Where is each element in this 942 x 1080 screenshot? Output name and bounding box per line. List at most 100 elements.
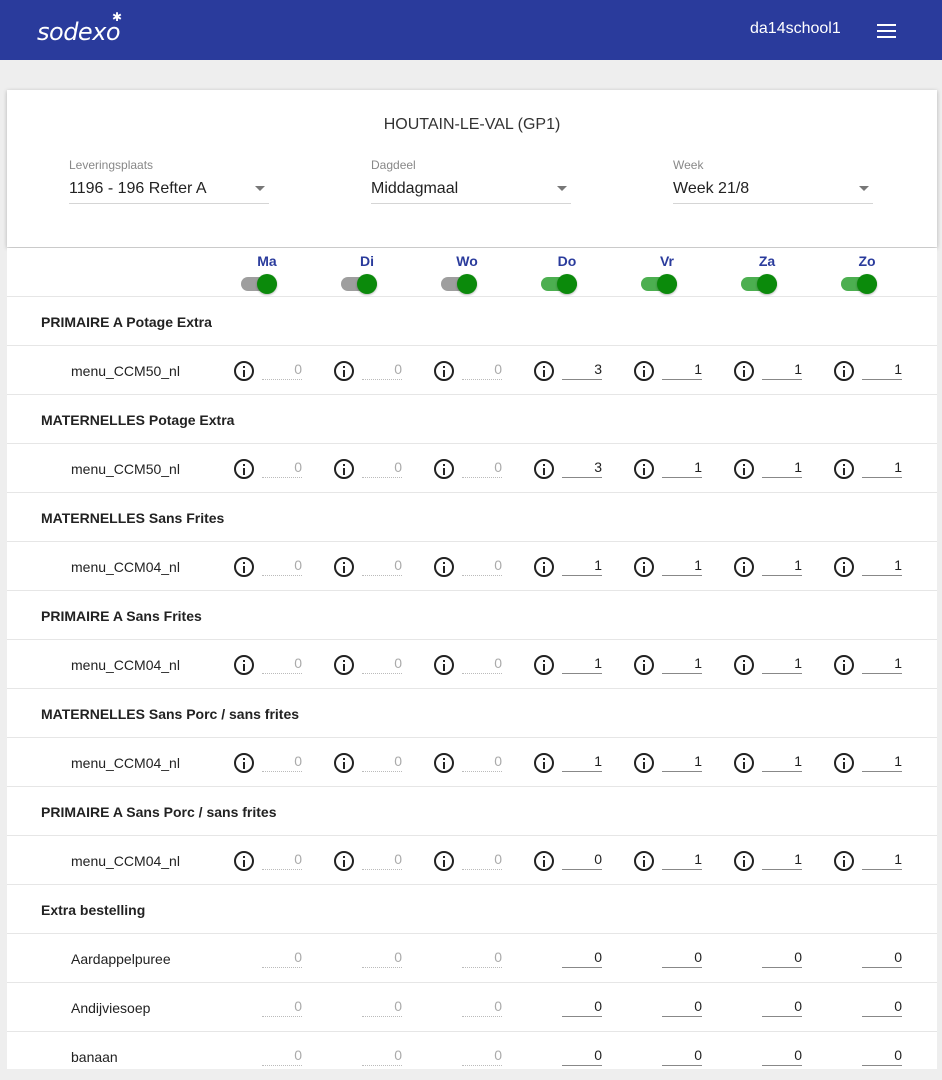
day-header-zo: Zo [858, 253, 876, 269]
info-icon[interactable] [734, 655, 754, 675]
quantity-input-za[interactable]: 1 [762, 652, 802, 674]
info-icon[interactable] [834, 655, 854, 675]
info-icon[interactable] [534, 655, 554, 675]
quantity-input-do[interactable]: 1 [562, 652, 602, 674]
quantity-input-vr[interactable]: 1 [662, 848, 702, 870]
info-icon[interactable] [534, 361, 554, 381]
info-icon[interactable] [634, 851, 654, 871]
quantity-input-za[interactable]: 1 [762, 456, 802, 478]
info-icon[interactable] [534, 851, 554, 871]
quantity-input-zo[interactable]: 1 [862, 554, 902, 576]
info-icon[interactable] [634, 655, 654, 675]
info-icon[interactable] [334, 557, 354, 577]
info-icon[interactable] [734, 361, 754, 381]
day-header-za: Za [758, 253, 776, 269]
location-select[interactable]: Leveringsplaats 1196 - 196 Refter A [69, 158, 269, 204]
quantity-input-vr[interactable]: 1 [662, 750, 702, 772]
quantity-input-ma: 0 [262, 750, 302, 772]
info-icon[interactable] [434, 851, 454, 871]
info-icon[interactable] [734, 557, 754, 577]
info-icon[interactable] [234, 557, 254, 577]
day-toggle-ma[interactable] [241, 274, 277, 294]
info-icon[interactable] [334, 753, 354, 773]
quantity-input-do[interactable]: 0 [562, 995, 602, 1017]
info-icon[interactable] [234, 851, 254, 871]
info-icon[interactable] [334, 459, 354, 479]
info-icon[interactable] [434, 459, 454, 479]
info-icon[interactable] [234, 361, 254, 381]
quantity-input-do[interactable]: 1 [562, 750, 602, 772]
day-toggle-di[interactable] [341, 274, 377, 294]
quantity-input-za[interactable]: 0 [762, 1044, 802, 1066]
quantity-input-do[interactable]: 1 [562, 554, 602, 576]
quantity-input-do[interactable]: 3 [562, 456, 602, 478]
hamburger-menu-icon[interactable] [877, 24, 896, 38]
info-icon[interactable] [834, 851, 854, 871]
toggle-knob [257, 274, 277, 294]
info-icon[interactable] [634, 361, 654, 381]
sodexo-logo[interactable]: sodexo [37, 18, 121, 46]
quantity-input-do[interactable]: 0 [562, 1044, 602, 1066]
info-icon[interactable] [834, 557, 854, 577]
quantity-input-do[interactable]: 0 [562, 946, 602, 968]
info-icon[interactable] [234, 459, 254, 479]
info-icon[interactable] [434, 361, 454, 381]
quantity-input-vr[interactable]: 0 [662, 1044, 702, 1066]
quantity-input-do[interactable]: 3 [562, 358, 602, 380]
quantity-input-ma: 0 [262, 995, 302, 1017]
quantity-input-zo[interactable]: 1 [862, 652, 902, 674]
quantity-input-zo[interactable]: 0 [862, 1044, 902, 1066]
quantity-input-vr[interactable]: 0 [662, 946, 702, 968]
quantity-input-za[interactable]: 1 [762, 358, 802, 380]
info-icon[interactable] [534, 459, 554, 479]
quantity-input-wo: 0 [462, 456, 502, 478]
quantity-input-za[interactable]: 0 [762, 995, 802, 1017]
quantity-input-vr[interactable]: 1 [662, 652, 702, 674]
info-icon[interactable] [634, 459, 654, 479]
school-title: HOUTAIN-LE-VAL (GP1) [383, 116, 561, 133]
quantity-input-ma: 0 [262, 848, 302, 870]
quantity-input-vr[interactable]: 1 [662, 456, 702, 478]
quantity-input-vr[interactable]: 1 [662, 554, 702, 576]
quantity-input-vr[interactable]: 0 [662, 995, 702, 1017]
day-toggle-wo[interactable] [441, 274, 477, 294]
info-icon[interactable] [734, 851, 754, 871]
quantity-input-zo[interactable]: 1 [862, 750, 902, 772]
day-toggle-za[interactable] [741, 274, 777, 294]
info-icon[interactable] [734, 459, 754, 479]
info-icon[interactable] [434, 655, 454, 675]
day-toggle-zo[interactable] [841, 274, 877, 294]
info-icon[interactable] [634, 557, 654, 577]
section-title: MATERNELLES Potage Extra [41, 412, 235, 428]
info-icon[interactable] [434, 557, 454, 577]
quantity-input-zo[interactable]: 0 [862, 946, 902, 968]
info-icon[interactable] [834, 361, 854, 381]
quantity-input-vr[interactable]: 1 [662, 358, 702, 380]
info-icon[interactable] [634, 753, 654, 773]
day-toggle-do[interactable] [541, 274, 577, 294]
info-icon[interactable] [334, 361, 354, 381]
daypart-select[interactable]: Dagdeel Middagmaal [371, 158, 571, 204]
info-icon[interactable] [334, 851, 354, 871]
quantity-input-zo[interactable]: 1 [862, 358, 902, 380]
info-icon[interactable] [734, 753, 754, 773]
info-icon[interactable] [834, 459, 854, 479]
info-icon[interactable] [234, 753, 254, 773]
info-icon[interactable] [834, 753, 854, 773]
quantity-input-do[interactable]: 0 [562, 848, 602, 870]
quantity-input-zo[interactable]: 0 [862, 995, 902, 1017]
info-icon[interactable] [334, 655, 354, 675]
quantity-input-za[interactable]: 1 [762, 554, 802, 576]
quantity-input-zo[interactable]: 1 [862, 456, 902, 478]
info-icon[interactable] [534, 557, 554, 577]
info-icon[interactable] [434, 753, 454, 773]
info-icon[interactable] [234, 655, 254, 675]
day-toggle-vr[interactable] [641, 274, 677, 294]
quantity-input-za[interactable]: 1 [762, 848, 802, 870]
info-icon[interactable] [534, 753, 554, 773]
week-select[interactable]: Week Week 21/8 [673, 158, 873, 204]
username[interactable]: da14school1 [750, 20, 841, 38]
quantity-input-za[interactable]: 0 [762, 946, 802, 968]
quantity-input-zo[interactable]: 1 [862, 848, 902, 870]
quantity-input-za[interactable]: 1 [762, 750, 802, 772]
